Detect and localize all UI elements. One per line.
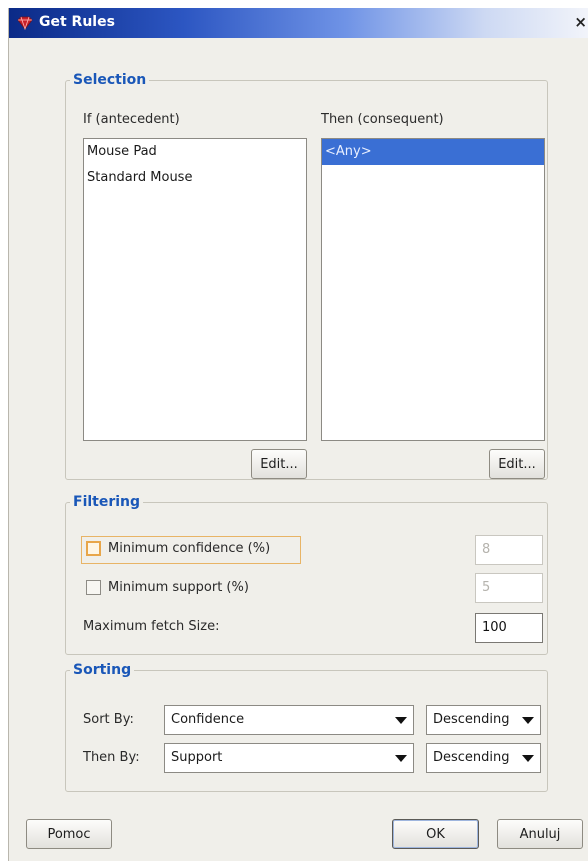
- cancel-button[interactable]: Anuluj: [497, 819, 583, 849]
- max-fetch-label: Maximum fetch Size:: [83, 619, 220, 634]
- consequent-list[interactable]: <Any>: [321, 138, 545, 441]
- window-title: Get Rules: [39, 14, 115, 30]
- then-by-value: Support: [171, 750, 223, 765]
- chevron-down-icon: [522, 755, 534, 762]
- app-icon: [17, 16, 33, 30]
- chevron-down-icon: [522, 717, 534, 724]
- antecedent-list[interactable]: Mouse Pad Standard Mouse: [83, 138, 307, 441]
- sort-by-order-value: Descending: [433, 712, 510, 727]
- then-consequent-label: Then (consequent): [321, 112, 444, 127]
- then-by-select[interactable]: Support: [164, 743, 414, 773]
- list-item-selected[interactable]: <Any>: [322, 139, 544, 165]
- min-confidence-field[interactable]: 8: [475, 535, 543, 565]
- list-item[interactable]: Standard Mouse: [84, 165, 306, 191]
- selection-legend: Selection: [73, 72, 147, 88]
- min-support-field[interactable]: 5: [475, 573, 543, 603]
- sort-by-label: Sort By:: [83, 712, 134, 727]
- then-by-order-select[interactable]: Descending: [426, 743, 541, 773]
- help-button[interactable]: Pomoc: [26, 819, 112, 849]
- title-bar[interactable]: Get Rules ×: [9, 8, 588, 38]
- sort-by-order-select[interactable]: Descending: [426, 705, 541, 735]
- chevron-down-icon: [395, 755, 407, 762]
- min-confidence-checkbox[interactable]: [86, 541, 101, 556]
- max-fetch-field[interactable]: 100: [475, 613, 543, 643]
- sorting-legend: Sorting: [73, 662, 132, 678]
- min-support-label[interactable]: Minimum support (%): [108, 580, 249, 595]
- min-support-checkbox[interactable]: [86, 580, 101, 595]
- close-icon[interactable]: ×: [574, 13, 587, 31]
- sort-by-value: Confidence: [171, 712, 245, 727]
- min-confidence-label[interactable]: Minimum confidence (%): [108, 541, 270, 556]
- filtering-legend: Filtering: [73, 494, 141, 510]
- edit-antecedent-button[interactable]: Edit...: [251, 449, 307, 479]
- list-item[interactable]: Mouse Pad: [84, 139, 306, 165]
- edit-consequent-button[interactable]: Edit...: [489, 449, 545, 479]
- sort-by-select[interactable]: Confidence: [164, 705, 414, 735]
- ok-button[interactable]: OK: [392, 819, 479, 849]
- get-rules-dialog: Get Rules × Selection If (antecedent) Th…: [8, 8, 588, 861]
- if-antecedent-label: If (antecedent): [83, 112, 180, 127]
- chevron-down-icon: [395, 717, 407, 724]
- then-by-label: Then By:: [83, 750, 140, 765]
- then-by-order-value: Descending: [433, 750, 510, 765]
